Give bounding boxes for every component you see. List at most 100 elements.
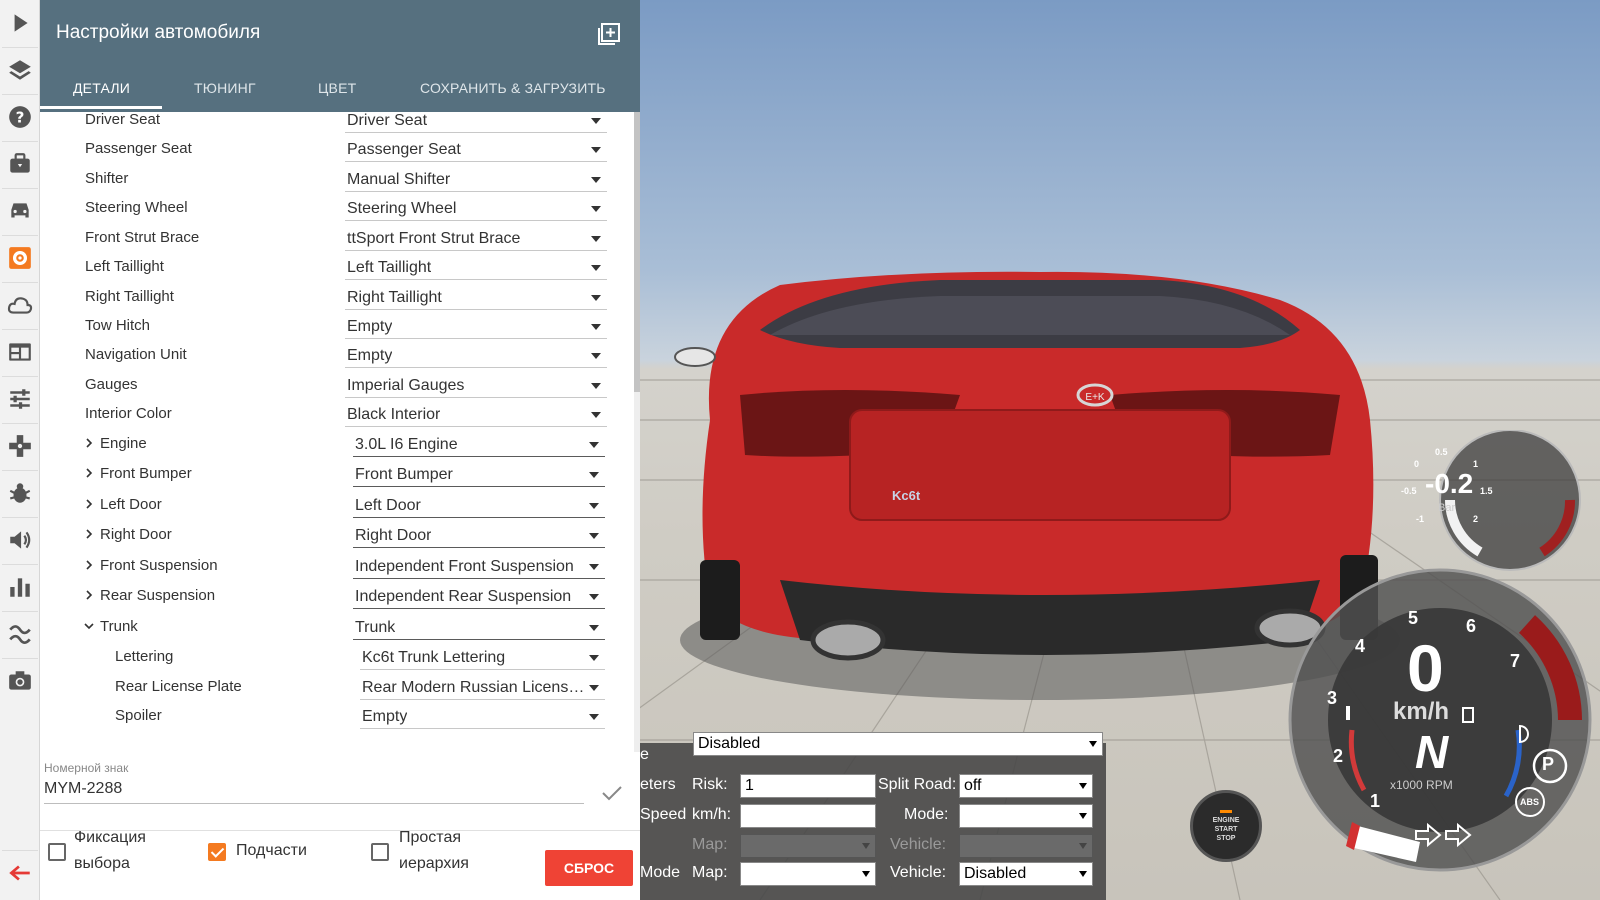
debug-select[interactable]: Disabled <box>959 862 1093 886</box>
part-label[interactable]: Right Door <box>100 526 172 543</box>
parts-list-scrollbar[interactable] <box>634 112 640 752</box>
ui-apps-button[interactable] <box>0 329 40 375</box>
car-badge: Kc6t <box>892 488 921 503</box>
part-select[interactable]: Right Door <box>353 522 605 548</box>
controls-button[interactable] <box>0 423 40 469</box>
gear-indicator: N <box>1415 726 1449 778</box>
tab-parts[interactable]: ДЕТАЛИ <box>73 80 130 96</box>
debug-select[interactable] <box>740 862 876 886</box>
part-label[interactable]: Left Door <box>100 496 162 513</box>
part-select[interactable]: Rear Modern Russian Licens… <box>360 674 605 700</box>
play-button[interactable] <box>0 0 40 46</box>
debug-text-input[interactable]: 1 <box>740 774 876 798</box>
part-select[interactable]: 3.0L I6 Engine <box>353 431 605 457</box>
part-select-value: Front Bumper <box>355 466 453 483</box>
part-select[interactable]: Independent Front Suspension <box>353 553 605 579</box>
part-row: Tow Hitch Empty <box>40 312 630 342</box>
simple-hierarchy-checkbox[interactable] <box>371 843 389 861</box>
chevron-right-icon[interactable] <box>84 499 94 509</box>
tab-save-load[interactable]: СОХРАНИТЬ & ЗАГРУЗИТЬ <box>420 80 606 96</box>
engine-start-stop-button[interactable]: ENGINE START STOP <box>1190 790 1262 862</box>
chevron-right-icon[interactable] <box>84 438 94 448</box>
part-select[interactable]: Right Taillight <box>345 284 607 310</box>
chevron-right-icon[interactable] <box>84 468 94 478</box>
part-select-value: Empty <box>347 347 393 364</box>
part-select-value: Right Door <box>355 527 432 544</box>
part-select[interactable]: Empty <box>345 342 607 368</box>
part-select[interactable]: Trunk <box>353 614 605 640</box>
part-row: Passenger Seat Passenger Seat <box>40 135 630 165</box>
options-button[interactable] <box>0 376 40 422</box>
checkmark-icon[interactable] <box>601 784 623 802</box>
help-button[interactable]: ? <box>0 94 40 140</box>
lock-selection-checkbox[interactable] <box>48 843 66 861</box>
part-select[interactable]: Black Interior <box>345 401 607 427</box>
car-model <box>674 271 1378 661</box>
part-label: Lettering <box>115 648 174 665</box>
chevron-right-icon[interactable] <box>84 529 94 539</box>
briefcase-icon <box>10 153 30 173</box>
part-label[interactable]: Rear Suspension <box>100 587 215 604</box>
license-plate-input[interactable]: MYM-2288 <box>44 776 584 804</box>
part-label[interactable]: Front Suspension <box>100 557 218 574</box>
part-label: Shifter <box>85 170 129 187</box>
svg-text:?: ? <box>16 108 25 126</box>
part-label[interactable]: Engine <box>100 435 147 452</box>
back-button[interactable] <box>0 850 40 896</box>
part-select[interactable]: Passenger Seat <box>345 136 607 162</box>
part-select[interactable]: Imperial Gauges <box>345 372 607 398</box>
part-label: Rear License Plate <box>115 678 242 695</box>
panel-footer: Фиксация выбора Подчасти Простая иерархия … <box>40 829 640 900</box>
part-select[interactable]: Kc6t Trunk Lettering <box>360 644 605 670</box>
photo-mode-button[interactable] <box>0 658 40 704</box>
chevron-down-icon[interactable] <box>84 621 94 631</box>
dashboard-icon <box>9 343 31 361</box>
part-select[interactable]: Left Door <box>353 492 605 518</box>
audio-button[interactable] <box>0 517 40 563</box>
parts-list[interactable]: Driver Seat Driver Seat Passenger Seat Pass… <box>40 112 636 750</box>
debug-text-input[interactable] <box>740 804 876 828</box>
environment-button[interactable] <box>0 282 40 328</box>
vehicle-config-button[interactable] <box>0 235 40 281</box>
part-select[interactable]: Empty <box>345 313 607 339</box>
part-select[interactable]: Empty <box>360 703 605 729</box>
boost-value: -0.2 <box>1425 468 1474 499</box>
rpm-tick-7: 7 <box>1510 651 1521 671</box>
part-label[interactable]: Front Bumper <box>100 465 192 482</box>
add-window-icon[interactable] <box>597 22 621 46</box>
traffic-debug-panel: e Disabled eters Risk: 1 Split Road: off Speed k… <box>640 732 1106 900</box>
arrow-left-icon <box>9 865 30 881</box>
debug-row-label: e <box>640 746 649 763</box>
part-row: Right Door Right Door <box>40 521 630 551</box>
tab-tuning[interactable]: ТЮНИНГ <box>194 80 256 96</box>
debug-button[interactable] <box>0 470 40 516</box>
boost-tick-0: 0 <box>1414 459 1420 469</box>
part-select[interactable]: Manual Shifter <box>345 166 607 192</box>
part-label[interactable]: Trunk <box>100 618 138 635</box>
part-label: Spoiler <box>115 707 162 724</box>
vehicles-button[interactable] <box>0 188 40 234</box>
simple-hierarchy-label-line1: Простая <box>399 829 462 846</box>
part-select[interactable]: Driver Seat <box>345 112 607 133</box>
scrollbar-thumb[interactable] <box>634 112 640 392</box>
debug-select[interactable] <box>959 804 1093 828</box>
part-select[interactable]: Steering Wheel <box>345 195 607 221</box>
simple-hierarchy-label: Простая иерархия <box>399 825 469 877</box>
part-row: Driver Seat Driver Seat <box>40 112 630 136</box>
performance-button[interactable] <box>0 564 40 610</box>
subparts-checkbox[interactable] <box>208 843 226 861</box>
chevron-right-icon[interactable] <box>84 590 94 600</box>
part-select[interactable]: Left Taillight <box>345 254 607 280</box>
debug-mode-select[interactable]: Disabled <box>693 732 1103 756</box>
part-select[interactable]: ttSport Front Strut Brace <box>345 225 607 251</box>
tab-color[interactable]: ЦВЕТ <box>318 80 356 96</box>
layers-button[interactable] <box>0 47 40 93</box>
debug-select[interactable]: off <box>959 774 1093 798</box>
reset-button[interactable]: СБРОС <box>545 850 633 886</box>
scenarios-button[interactable] <box>0 141 40 187</box>
part-select[interactable]: Front Bumper <box>353 461 605 487</box>
track-builder-button[interactable] <box>0 611 40 657</box>
chevron-right-icon[interactable] <box>84 560 94 570</box>
part-select[interactable]: Independent Rear Suspension <box>353 583 605 609</box>
play-icon <box>14 14 28 32</box>
